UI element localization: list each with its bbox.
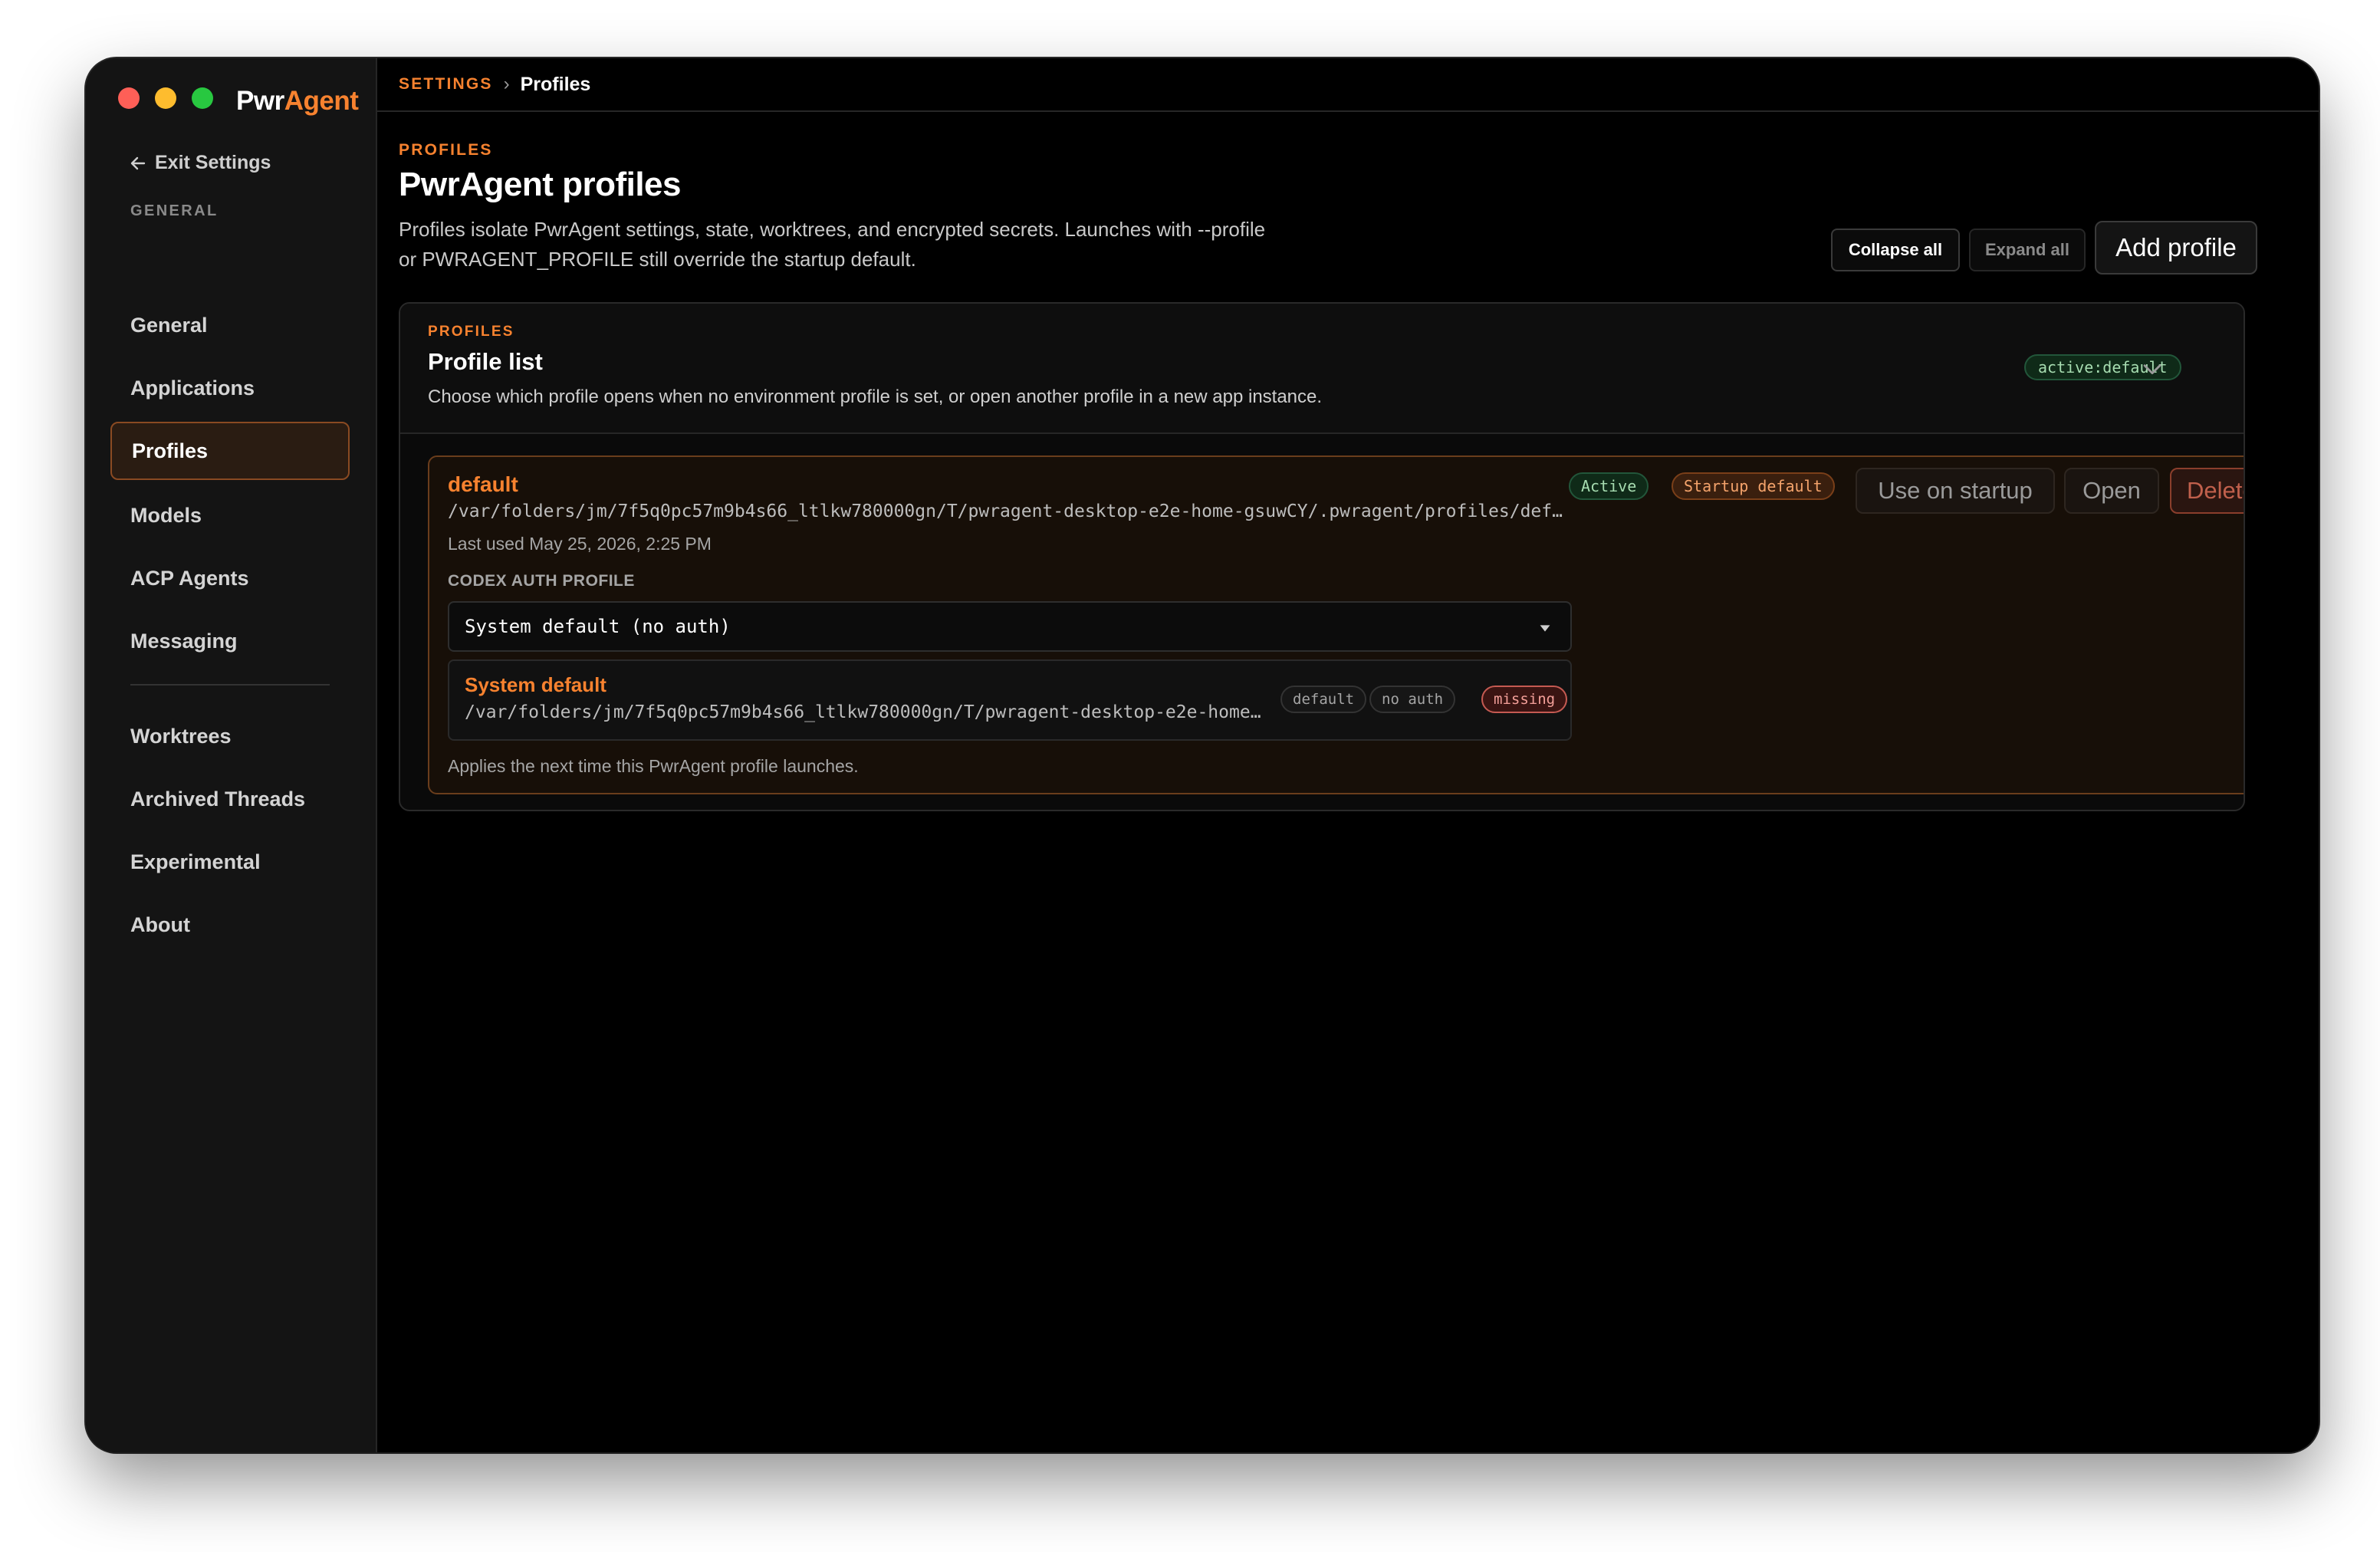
page-title: PwrAgent profiles bbox=[399, 166, 682, 203]
panel-description: Choose which profile opens when no envir… bbox=[428, 386, 1323, 407]
panel-header: PROFILES Profile list Choose which profi… bbox=[400, 304, 2244, 434]
sidebar: PwrAgent Exit Settings GENERAL General A… bbox=[86, 58, 377, 1452]
sidebar-item-profiles[interactable]: Profiles bbox=[110, 422, 350, 480]
profile-path: /var/folders/jm/7f5q0pc57m9b4s66_ltlkw78… bbox=[448, 501, 1572, 521]
app-title-prefix: Pwr bbox=[236, 86, 284, 116]
profile-last-used: Last used May 25, 2026, 2:25 PM bbox=[448, 534, 712, 554]
profile-card: default /var/folders/jm/7f5q0pc57m9b4s66… bbox=[428, 455, 2244, 794]
exit-settings-label: Exit Settings bbox=[155, 152, 271, 173]
sidebar-item-archived-threads[interactable]: Archived Threads bbox=[110, 770, 350, 828]
breadcrumb: SETTINGS › Profiles bbox=[377, 58, 2319, 112]
sidebar-item-acp-agents[interactable]: ACP Agents bbox=[110, 549, 350, 607]
startup-default-badge: Startup default bbox=[1672, 472, 1835, 500]
expand-all-button[interactable]: Expand all bbox=[1969, 229, 2086, 271]
active-badge: Active bbox=[1569, 472, 1649, 500]
auth-tag-no-auth: no auth bbox=[1369, 686, 1456, 713]
breadcrumb-current: Profiles bbox=[520, 73, 591, 95]
profile-list-panel: PROFILES Profile list Choose which profi… bbox=[399, 302, 2245, 811]
delete-profile-button[interactable]: Delete bbox=[2170, 468, 2244, 514]
open-profile-button[interactable]: Open bbox=[2064, 468, 2159, 514]
auth-tag-default: default bbox=[1280, 686, 1367, 713]
add-profile-button[interactable]: Add profile bbox=[2095, 221, 2257, 275]
chevron-down-icon[interactable] bbox=[2139, 356, 2165, 382]
sidebar-item-models[interactable]: Models bbox=[110, 486, 350, 544]
sidebar-item-applications[interactable]: Applications bbox=[110, 359, 350, 417]
panel-eyebrow: PROFILES bbox=[428, 324, 514, 340]
page-eyebrow: PROFILES bbox=[399, 141, 493, 159]
codex-auth-profile-label: CODEX AUTH PROFILE bbox=[448, 572, 635, 590]
zoom-window-button[interactable] bbox=[192, 87, 213, 109]
codex-auth-profile-select[interactable]: System default (no auth) bbox=[448, 601, 1572, 652]
sidebar-divider bbox=[130, 684, 330, 686]
exit-settings-button[interactable]: Exit Settings bbox=[129, 152, 271, 174]
sidebar-section-label: GENERAL bbox=[130, 202, 219, 219]
app-window: PwrAgent Exit Settings GENERAL General A… bbox=[86, 58, 2319, 1452]
sidebar-item-experimental[interactable]: Experimental bbox=[110, 833, 350, 891]
auth-option-title: System default bbox=[465, 673, 607, 696]
breadcrumb-settings[interactable]: SETTINGS bbox=[399, 75, 493, 94]
app-title: PwrAgent bbox=[236, 86, 359, 117]
page-description: Profiles isolate PwrAgent settings, stat… bbox=[399, 218, 1266, 271]
main-content: SETTINGS › Profiles PROFILES PwrAgent pr… bbox=[377, 58, 2319, 1452]
close-window-button[interactable] bbox=[118, 87, 140, 109]
sidebar-item-worktrees[interactable]: Worktrees bbox=[110, 707, 350, 765]
auth-select-value: System default (no auth) bbox=[465, 616, 731, 637]
auth-footnote: Applies the next time this PwrAgent prof… bbox=[448, 756, 859, 776]
auth-option-path: /var/folders/jm/7f5q0pc57m9b4s66_ltlkw78… bbox=[465, 702, 1262, 722]
auth-tag-missing: missing bbox=[1481, 686, 1568, 713]
profile-name: default bbox=[448, 472, 518, 496]
arrow-left-icon bbox=[130, 156, 146, 169]
app-title-accent: Agent bbox=[284, 86, 359, 116]
window-controls bbox=[118, 87, 213, 109]
caret-down-icon bbox=[1540, 625, 1550, 632]
use-on-startup-button[interactable]: Use on startup bbox=[1856, 468, 2055, 514]
sidebar-item-messaging[interactable]: Messaging bbox=[110, 612, 350, 670]
panel-title: Profile list bbox=[428, 348, 543, 375]
auth-option-system-default[interactable]: System default /var/folders/jm/7f5q0pc57… bbox=[448, 659, 1572, 741]
breadcrumb-separator: › bbox=[503, 74, 510, 94]
minimize-window-button[interactable] bbox=[155, 87, 176, 109]
collapse-all-button[interactable]: Collapse all bbox=[1831, 229, 1960, 271]
sidebar-item-about[interactable]: About bbox=[110, 896, 350, 954]
sidebar-item-general[interactable]: General bbox=[110, 296, 350, 354]
